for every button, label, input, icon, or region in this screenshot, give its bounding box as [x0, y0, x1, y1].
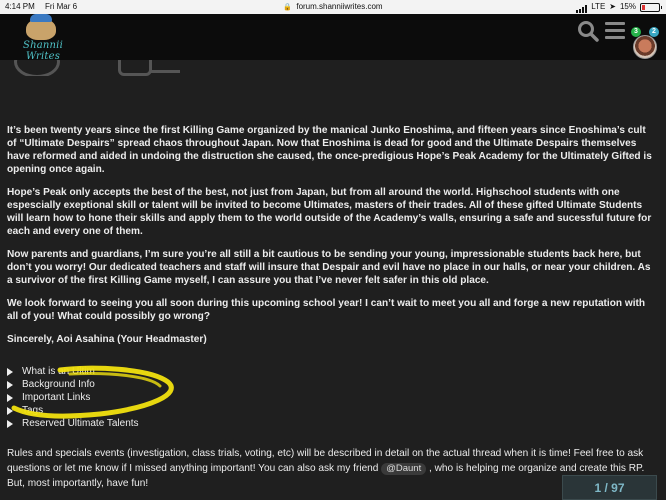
signal-icon	[576, 4, 588, 13]
post-paragraph: Now parents and guardians, I’m sure you’…	[7, 249, 651, 286]
site-logo[interactable]: Shannii Writes	[10, 14, 76, 62]
battery-percent: 15%	[619, 2, 636, 11]
user-avatar[interactable]	[633, 35, 657, 59]
address-bar[interactable]: 🔒 forum.shanniiwrites.com	[0, 0, 666, 15]
details-reserved-talents[interactable]: Reserved Ultimate Talents	[7, 417, 307, 430]
url-text[interactable]: forum.shanniiwrites.com	[296, 2, 382, 11]
post-paragraph: We look forward to seeing you all soon d…	[7, 298, 646, 322]
logo-text: Shannii Writes	[23, 40, 63, 62]
network-type: LTE	[591, 2, 606, 11]
post-paragraph: Hope’s Peak only accepts the best of the…	[7, 187, 652, 237]
battery-icon	[640, 3, 662, 12]
disclosure-triangle-icon	[7, 367, 13, 376]
progress-total: 97	[611, 481, 625, 495]
hamburger-menu-icon[interactable]	[605, 22, 625, 40]
topic-progress[interactable]: 1 / 97	[562, 475, 657, 500]
banner-image-fragment	[14, 60, 184, 76]
mascot-icon	[26, 14, 56, 40]
details-background-info[interactable]: Background Info	[7, 378, 307, 391]
details-tags[interactable]: Tags	[7, 404, 307, 417]
forum-header: Shannii Writes	[0, 14, 666, 62]
user-mention-link[interactable]: @Daunt	[381, 463, 427, 475]
post-signature: Sincerely, Aoi Asahina (Your Headmaster)	[7, 334, 207, 345]
messages-badge[interactable]: 2	[649, 27, 659, 37]
disclosure-triangle-icon	[7, 419, 13, 428]
post-body: It’s been twenty years since the first K…	[7, 124, 657, 360]
details-important-links[interactable]: Important Links	[7, 391, 307, 404]
location-icon: ➤	[609, 2, 616, 11]
search-icon[interactable]	[577, 20, 599, 42]
progress-separator: /	[601, 481, 612, 495]
ios-status-bar: 4:14 PM Fri Mar 6 🔒 forum.shanniiwrites.…	[0, 0, 666, 14]
details-list: What is an Ultim Background Info Importa…	[7, 365, 307, 430]
rules-paragraph: Rules and specials events (investigation…	[7, 446, 657, 491]
notifications-badge[interactable]: 3	[631, 27, 641, 37]
post-paragraph: It’s been twenty years since the first K…	[7, 125, 652, 175]
disclosure-triangle-icon	[7, 393, 13, 402]
lock-icon: 🔒	[283, 4, 293, 11]
disclosure-triangle-icon	[7, 380, 13, 389]
disclosure-triangle-icon	[7, 406, 13, 415]
status-right: LTE ➤ 15%	[576, 0, 662, 14]
details-what-is-ultimate[interactable]: What is an Ultim	[7, 365, 307, 378]
